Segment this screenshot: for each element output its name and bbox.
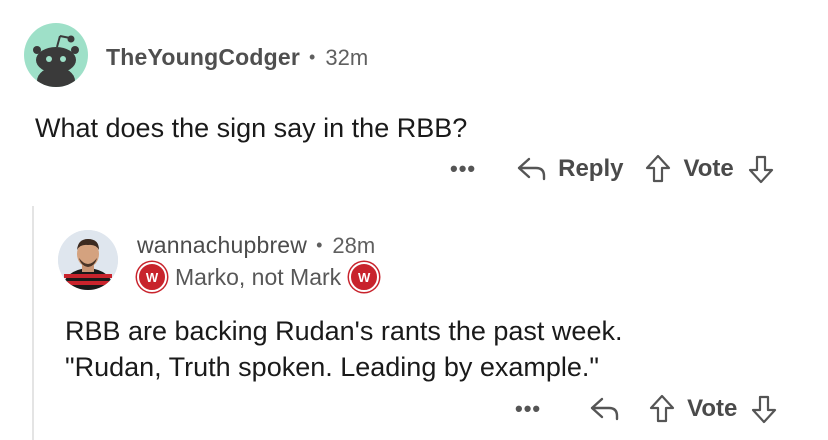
vote-label: Vote (683, 155, 734, 182)
upvote-icon[interactable] (645, 154, 671, 184)
user-photo-avatar[interactable] (58, 230, 118, 290)
comment-author[interactable]: TheYoungCodger (106, 44, 300, 71)
reply-author[interactable]: wannachupbrew (137, 232, 307, 259)
comment-actions: ••• Reply Vote (450, 151, 774, 187)
reply-icon[interactable] (516, 155, 548, 183)
more-options-button[interactable]: ••• (515, 396, 541, 422)
comment-time: 32m (325, 44, 369, 70)
reply-body: RBB are backing Rudan's rants the past w… (65, 313, 622, 385)
comment-meta: TheYoungCodger • 32m (106, 44, 368, 71)
more-options-button[interactable]: ••• (450, 156, 476, 182)
club-badge-icon: W (349, 262, 380, 292)
reply-meta: wannachupbrew • 28m (137, 232, 375, 259)
club-badge-icon: W (137, 262, 167, 292)
reply-line: "Rudan, Truth spoken. Leading by example… (65, 352, 600, 382)
comment-body: What does the sign say in the RBB? (35, 113, 468, 143)
reply-actions: ••• Vote (515, 391, 777, 427)
flair-text: Marko, not Mark (175, 263, 342, 290)
downvote-icon[interactable] (751, 394, 777, 424)
snoo-avatar-icon[interactable] (24, 23, 88, 87)
meta-separator: • (316, 235, 323, 255)
reply-icon[interactable] (589, 395, 621, 423)
thread-line[interactable] (32, 206, 34, 440)
reply-time: 28m (332, 232, 376, 258)
meta-separator: • (309, 47, 316, 67)
user-flair: W Marko, not Mark W (137, 262, 380, 292)
downvote-icon[interactable] (748, 154, 774, 184)
reply-line: RBB are backing Rudan's rants the past w… (65, 316, 623, 346)
reply-button[interactable]: Reply (558, 155, 623, 183)
upvote-icon[interactable] (649, 394, 675, 424)
vote-label: Vote (687, 395, 738, 422)
